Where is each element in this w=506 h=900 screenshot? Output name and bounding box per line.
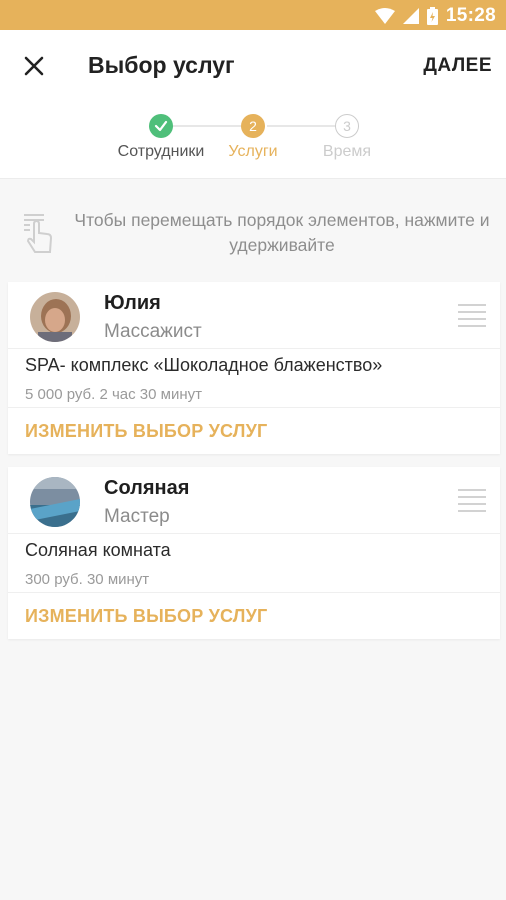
touch-hold-icon [24,214,53,253]
change-services-button[interactable]: ИЗМЕНИТЬ ВЫБОР УСЛУГ [25,606,267,627]
divider [8,348,500,349]
step-label-time: Время [322,143,372,160]
service-name: Соляная комната [25,540,171,560]
avatar [30,477,80,527]
step-connector [267,125,335,127]
status-time: 15:28 [445,5,496,26]
app-bar: Выбор услуг ДАЛЕЕ [0,30,506,102]
next-button[interactable]: ДАЛЕЕ [423,55,492,77]
divider [8,592,500,593]
employee-card: Юлия Массажист SPA- комплекс «Шоколадное… [8,282,500,454]
reorder-hint: Чтобы перемещать порядок элементов, нажм… [0,200,506,270]
service-name: SPA- комплекс «Шоколадное блаженство» [25,355,383,375]
employee-name: Соляная [104,477,190,499]
avatar [30,292,80,342]
battery-icon [426,7,438,25]
signal-icon [402,8,419,24]
employee-role: Массажист [104,321,202,342]
check-icon [154,120,168,132]
employee-card: Соляная Мастер Соляная комната 300 руб. … [8,467,500,639]
close-icon[interactable] [22,54,46,78]
stepper: Сотрудники 2 Услуги 3 Время [0,102,506,179]
step-1-done-icon[interactable] [149,114,173,138]
drag-handle-icon[interactable] [458,304,486,327]
step-2-current: 2 [241,114,265,138]
service-price-duration: 5 000 руб. 2 час 30 минут [25,386,203,403]
wifi-icon [374,8,395,24]
step-3-upcoming: 3 [335,114,359,138]
employee-role: Мастер [104,506,170,527]
divider [8,533,500,534]
divider [8,407,500,408]
change-services-button[interactable]: ИЗМЕНИТЬ ВЫБОР УСЛУГ [25,421,267,442]
status-bar: 15:28 [0,0,506,30]
page-title: Выбор услуг [88,52,235,78]
employee-name: Юлия [104,292,161,314]
hint-text: Чтобы перемещать порядок элементов, нажм… [74,210,490,255]
drag-handle-icon[interactable] [458,489,486,512]
service-price-duration: 300 руб. 30 минут [25,571,150,588]
step-connector [173,125,241,127]
